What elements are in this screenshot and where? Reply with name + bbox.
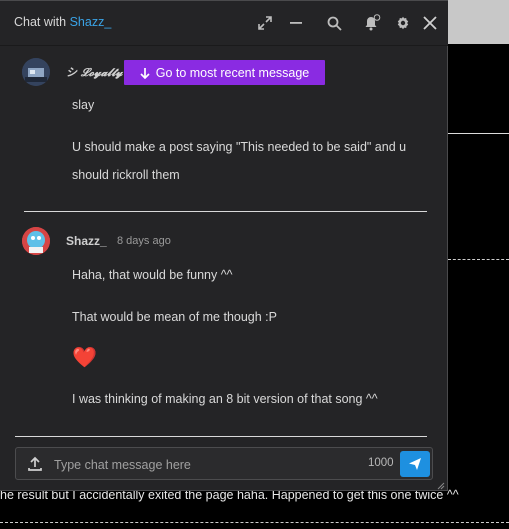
message-author[interactable]: Shazz_	[66, 234, 107, 248]
close-icon[interactable]	[420, 13, 440, 33]
gear-icon[interactable]	[393, 13, 413, 33]
chat-message-input[interactable]	[52, 455, 356, 475]
message-text: slay	[72, 98, 95, 112]
message-text: Haha, that would be funny ^^	[72, 268, 233, 282]
send-button[interactable]	[400, 451, 430, 477]
background-dashed-divider	[0, 522, 509, 523]
background-dashed-divider	[448, 259, 509, 260]
background-divider	[448, 133, 509, 134]
message-text: I was thinking of making an 8 bit versio…	[72, 392, 378, 406]
message-text: U should make a post saying "This needed…	[72, 140, 407, 182]
message-text: That would be mean of me though :P	[72, 310, 277, 324]
chat-header: Chat with Shazz_	[0, 1, 448, 46]
go-to-recent-label: Go to most recent message	[155, 65, 310, 80]
message-author[interactable]: シ 𝓛𝓸𝔂𝓪𝓵𝓽𝔂	[66, 64, 123, 80]
send-icon	[409, 458, 421, 470]
arrow-down-icon	[140, 67, 150, 79]
chat-title-user[interactable]: Shazz_	[70, 15, 112, 29]
chat-title-prefix: Chat with	[14, 15, 67, 29]
upload-icon[interactable]	[26, 455, 44, 473]
chat-window: Chat with Shazz_ シ 𝓛𝓸𝔂𝓪𝓵𝓽𝔂 slay U should…	[0, 0, 448, 491]
background-page-header	[448, 0, 509, 44]
message-divider	[15, 436, 427, 437]
message-divider	[24, 211, 427, 212]
avatar[interactable]	[22, 227, 50, 255]
search-icon[interactable]	[324, 13, 344, 33]
resize-handle-icon[interactable]	[437, 482, 445, 490]
minimize-icon[interactable]	[286, 13, 306, 33]
bell-icon[interactable]	[362, 13, 382, 33]
message-timestamp: 8 days ago	[117, 235, 171, 247]
message-list[interactable]: シ 𝓛𝓸𝔂𝓪𝓵𝓽𝔂 slay U should make a post sayi…	[0, 46, 448, 438]
chat-composer: 1000	[15, 447, 433, 480]
go-to-recent-button[interactable]: Go to most recent message	[124, 60, 325, 85]
heart-emoji: ❤️	[72, 347, 97, 369]
chat-title: Chat with Shazz_	[14, 15, 111, 29]
avatar[interactable]	[22, 58, 50, 86]
expand-icon[interactable]	[255, 13, 275, 33]
char-count: 1000	[368, 457, 394, 469]
